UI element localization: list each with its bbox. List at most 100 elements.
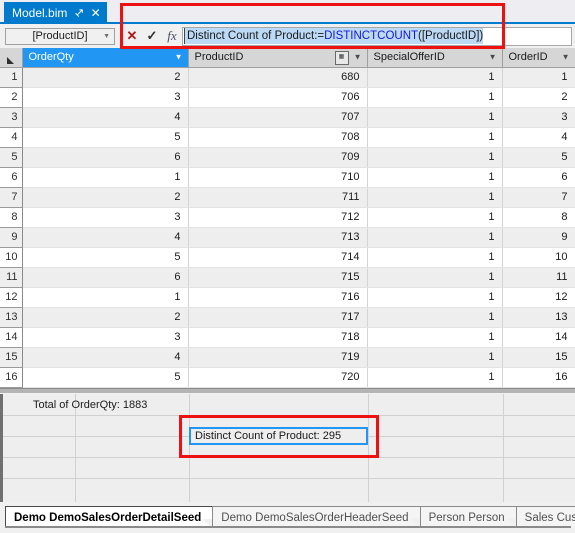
table-cell-productid[interactable]: 709 xyxy=(188,147,368,168)
table-cell-productid[interactable]: 711 xyxy=(188,187,368,208)
row-header[interactable]: 13 xyxy=(0,307,23,328)
table-cell-specialofferid[interactable]: 1 xyxy=(367,367,503,388)
table-cell-specialofferid[interactable]: 1 xyxy=(367,167,503,188)
table-cell-productid[interactable]: 714 xyxy=(188,247,368,268)
table-cell-specialofferid[interactable]: 1 xyxy=(367,67,503,88)
table-row[interactable]: 6 1 710 1 6 xyxy=(0,167,575,188)
table-cell-productid[interactable]: 707 xyxy=(188,107,368,128)
table-cell-productid[interactable]: 713 xyxy=(188,227,368,248)
table-cell-productid[interactable]: 716 xyxy=(188,287,368,308)
row-header[interactable]: 6 xyxy=(0,167,23,188)
measure-grid[interactable]: Total of OrderQty: 1883 xyxy=(0,394,575,502)
chevron-down-icon[interactable]: ▼ xyxy=(354,53,362,62)
row-header[interactable]: 15 xyxy=(0,347,23,368)
table-cell-productid[interactable]: 706 xyxy=(188,87,368,108)
sheet-tab-0[interactable]: Demo DemoSalesOrderDetailSeed xyxy=(5,506,214,528)
chevron-down-icon[interactable]: ▼ xyxy=(562,53,570,62)
table-cell-orderqty[interactable]: 5 xyxy=(22,247,189,268)
table-cell-orderqty[interactable]: 5 xyxy=(22,127,189,148)
accept-formula-icon[interactable]: ✓ xyxy=(142,28,162,44)
table-cell-specialofferid[interactable]: 1 xyxy=(367,347,503,368)
table-cell-specialofferid[interactable]: 1 xyxy=(367,227,503,248)
table-cell-orderqty[interactable]: 4 xyxy=(22,227,189,248)
table-cell-specialofferid[interactable]: 1 xyxy=(367,107,503,128)
table-cell-productid[interactable]: 710 xyxy=(188,167,368,188)
formula-input[interactable]: Distinct Count of Product:=DISTINCTCOUNT… xyxy=(182,26,572,46)
row-header[interactable]: 9 xyxy=(0,227,23,248)
table-row[interactable]: 8 3 712 1 8 xyxy=(0,207,575,228)
table-row[interactable]: 5 6 709 1 5 xyxy=(0,147,575,168)
table-row[interactable]: 7 2 711 1 7 xyxy=(0,187,575,208)
table-row[interactable]: 10 5 714 1 10 xyxy=(0,247,575,268)
row-header[interactable]: 3 xyxy=(0,107,23,128)
table-cell-specialofferid[interactable]: 1 xyxy=(367,87,503,108)
sheet-tab-1[interactable]: Demo DemoSalesOrderHeaderSeed xyxy=(212,506,421,528)
table-cell-specialofferid[interactable]: 1 xyxy=(367,307,503,328)
table-cell-orderqty[interactable]: 6 xyxy=(22,147,189,168)
close-icon[interactable]: ✕ xyxy=(91,7,101,19)
row-header[interactable]: 16 xyxy=(0,367,23,388)
chevron-down-icon[interactable]: ▼ xyxy=(175,53,183,62)
table-cell-orderid[interactable]: 1 xyxy=(502,67,575,88)
table-cell-specialofferid[interactable]: 1 xyxy=(367,327,503,348)
table-cell-productid[interactable]: 712 xyxy=(188,207,368,228)
table-cell-specialofferid[interactable]: 1 xyxy=(367,187,503,208)
table-cell-productid[interactable]: 715 xyxy=(188,267,368,288)
table-row[interactable]: 3 4 707 1 3 xyxy=(0,107,575,128)
table-cell-orderid[interactable]: 13 xyxy=(502,307,575,328)
table-cell-orderid[interactable]: 16 xyxy=(502,367,575,388)
row-header[interactable]: 10 xyxy=(0,247,23,268)
table-cell-productid[interactable]: 718 xyxy=(188,327,368,348)
column-header-orderqty[interactable]: OrderQty ▼ xyxy=(22,48,189,68)
table-cell-orderid[interactable]: 5 xyxy=(502,147,575,168)
table-cell-orderid[interactable]: 2 xyxy=(502,87,575,108)
chevron-down-icon[interactable]: ▼ xyxy=(489,53,497,62)
chevron-down-icon[interactable]: ▼ xyxy=(103,33,110,40)
table-cell-orderqty[interactable]: 1 xyxy=(22,287,189,308)
table-cell-orderqty[interactable]: 2 xyxy=(22,307,189,328)
table-cell-orderid[interactable]: 4 xyxy=(502,127,575,148)
table-cell-orderqty[interactable]: 2 xyxy=(22,187,189,208)
table-cell-orderid[interactable]: 7 xyxy=(502,187,575,208)
fx-icon[interactable]: fx xyxy=(162,28,182,44)
row-header[interactable]: 1 xyxy=(0,67,23,88)
measure-cell-total-orderqty[interactable]: Total of OrderQty: 1883 xyxy=(33,399,147,411)
table-cell-specialofferid[interactable]: 1 xyxy=(367,207,503,228)
table-cell-orderqty[interactable]: 3 xyxy=(22,327,189,348)
row-header[interactable]: 14 xyxy=(0,327,23,348)
table-row[interactable]: 1 2 680 1 1 xyxy=(0,67,575,88)
sheet-tab-3[interactable]: Sales Cust xyxy=(515,506,575,528)
sheet-tab-2[interactable]: Person Person xyxy=(419,506,517,528)
column-header-productid[interactable]: ProductID ▦ ▼ xyxy=(188,48,368,68)
row-header[interactable]: 12 xyxy=(0,287,23,308)
table-row[interactable]: 4 5 708 1 4 xyxy=(0,127,575,148)
table-cell-orderid[interactable]: 10 xyxy=(502,247,575,268)
table-cell-orderqty[interactable]: 1 xyxy=(22,167,189,188)
row-header[interactable]: 7 xyxy=(0,187,23,208)
pin-icon[interactable]: ↥ xyxy=(72,5,87,20)
select-all-corner[interactable] xyxy=(0,48,23,68)
table-cell-productid[interactable]: 680 xyxy=(188,67,368,88)
table-cell-specialofferid[interactable]: 1 xyxy=(367,147,503,168)
row-header[interactable]: 5 xyxy=(0,147,23,168)
table-cell-orderqty[interactable]: 6 xyxy=(22,267,189,288)
row-header[interactable]: 8 xyxy=(0,207,23,228)
table-cell-orderqty[interactable]: 3 xyxy=(22,87,189,108)
row-header[interactable]: 2 xyxy=(0,87,23,108)
table-cell-specialofferid[interactable]: 1 xyxy=(367,287,503,308)
table-cell-productid[interactable]: 719 xyxy=(188,347,368,368)
name-box[interactable]: [ProductID] ▼ xyxy=(5,27,115,45)
table-row[interactable]: 11 6 715 1 11 xyxy=(0,267,575,288)
table-cell-orderqty[interactable]: 4 xyxy=(22,347,189,368)
table-cell-specialofferid[interactable]: 1 xyxy=(367,267,503,288)
table-cell-orderqty[interactable]: 3 xyxy=(22,207,189,228)
table-cell-specialofferid[interactable]: 1 xyxy=(367,127,503,148)
table-cell-orderid[interactable]: 11 xyxy=(502,267,575,288)
table-cell-productid[interactable]: 708 xyxy=(188,127,368,148)
document-tab-model-bim[interactable]: Model.bim ↥ ✕ xyxy=(4,2,107,24)
table-cell-specialofferid[interactable]: 1 xyxy=(367,247,503,268)
table-cell-orderid[interactable]: 12 xyxy=(502,287,575,308)
table-cell-orderid[interactable]: 9 xyxy=(502,227,575,248)
table-row[interactable]: 14 3 718 1 14 xyxy=(0,327,575,348)
table-row[interactable]: 16 5 720 1 16 xyxy=(0,367,575,388)
